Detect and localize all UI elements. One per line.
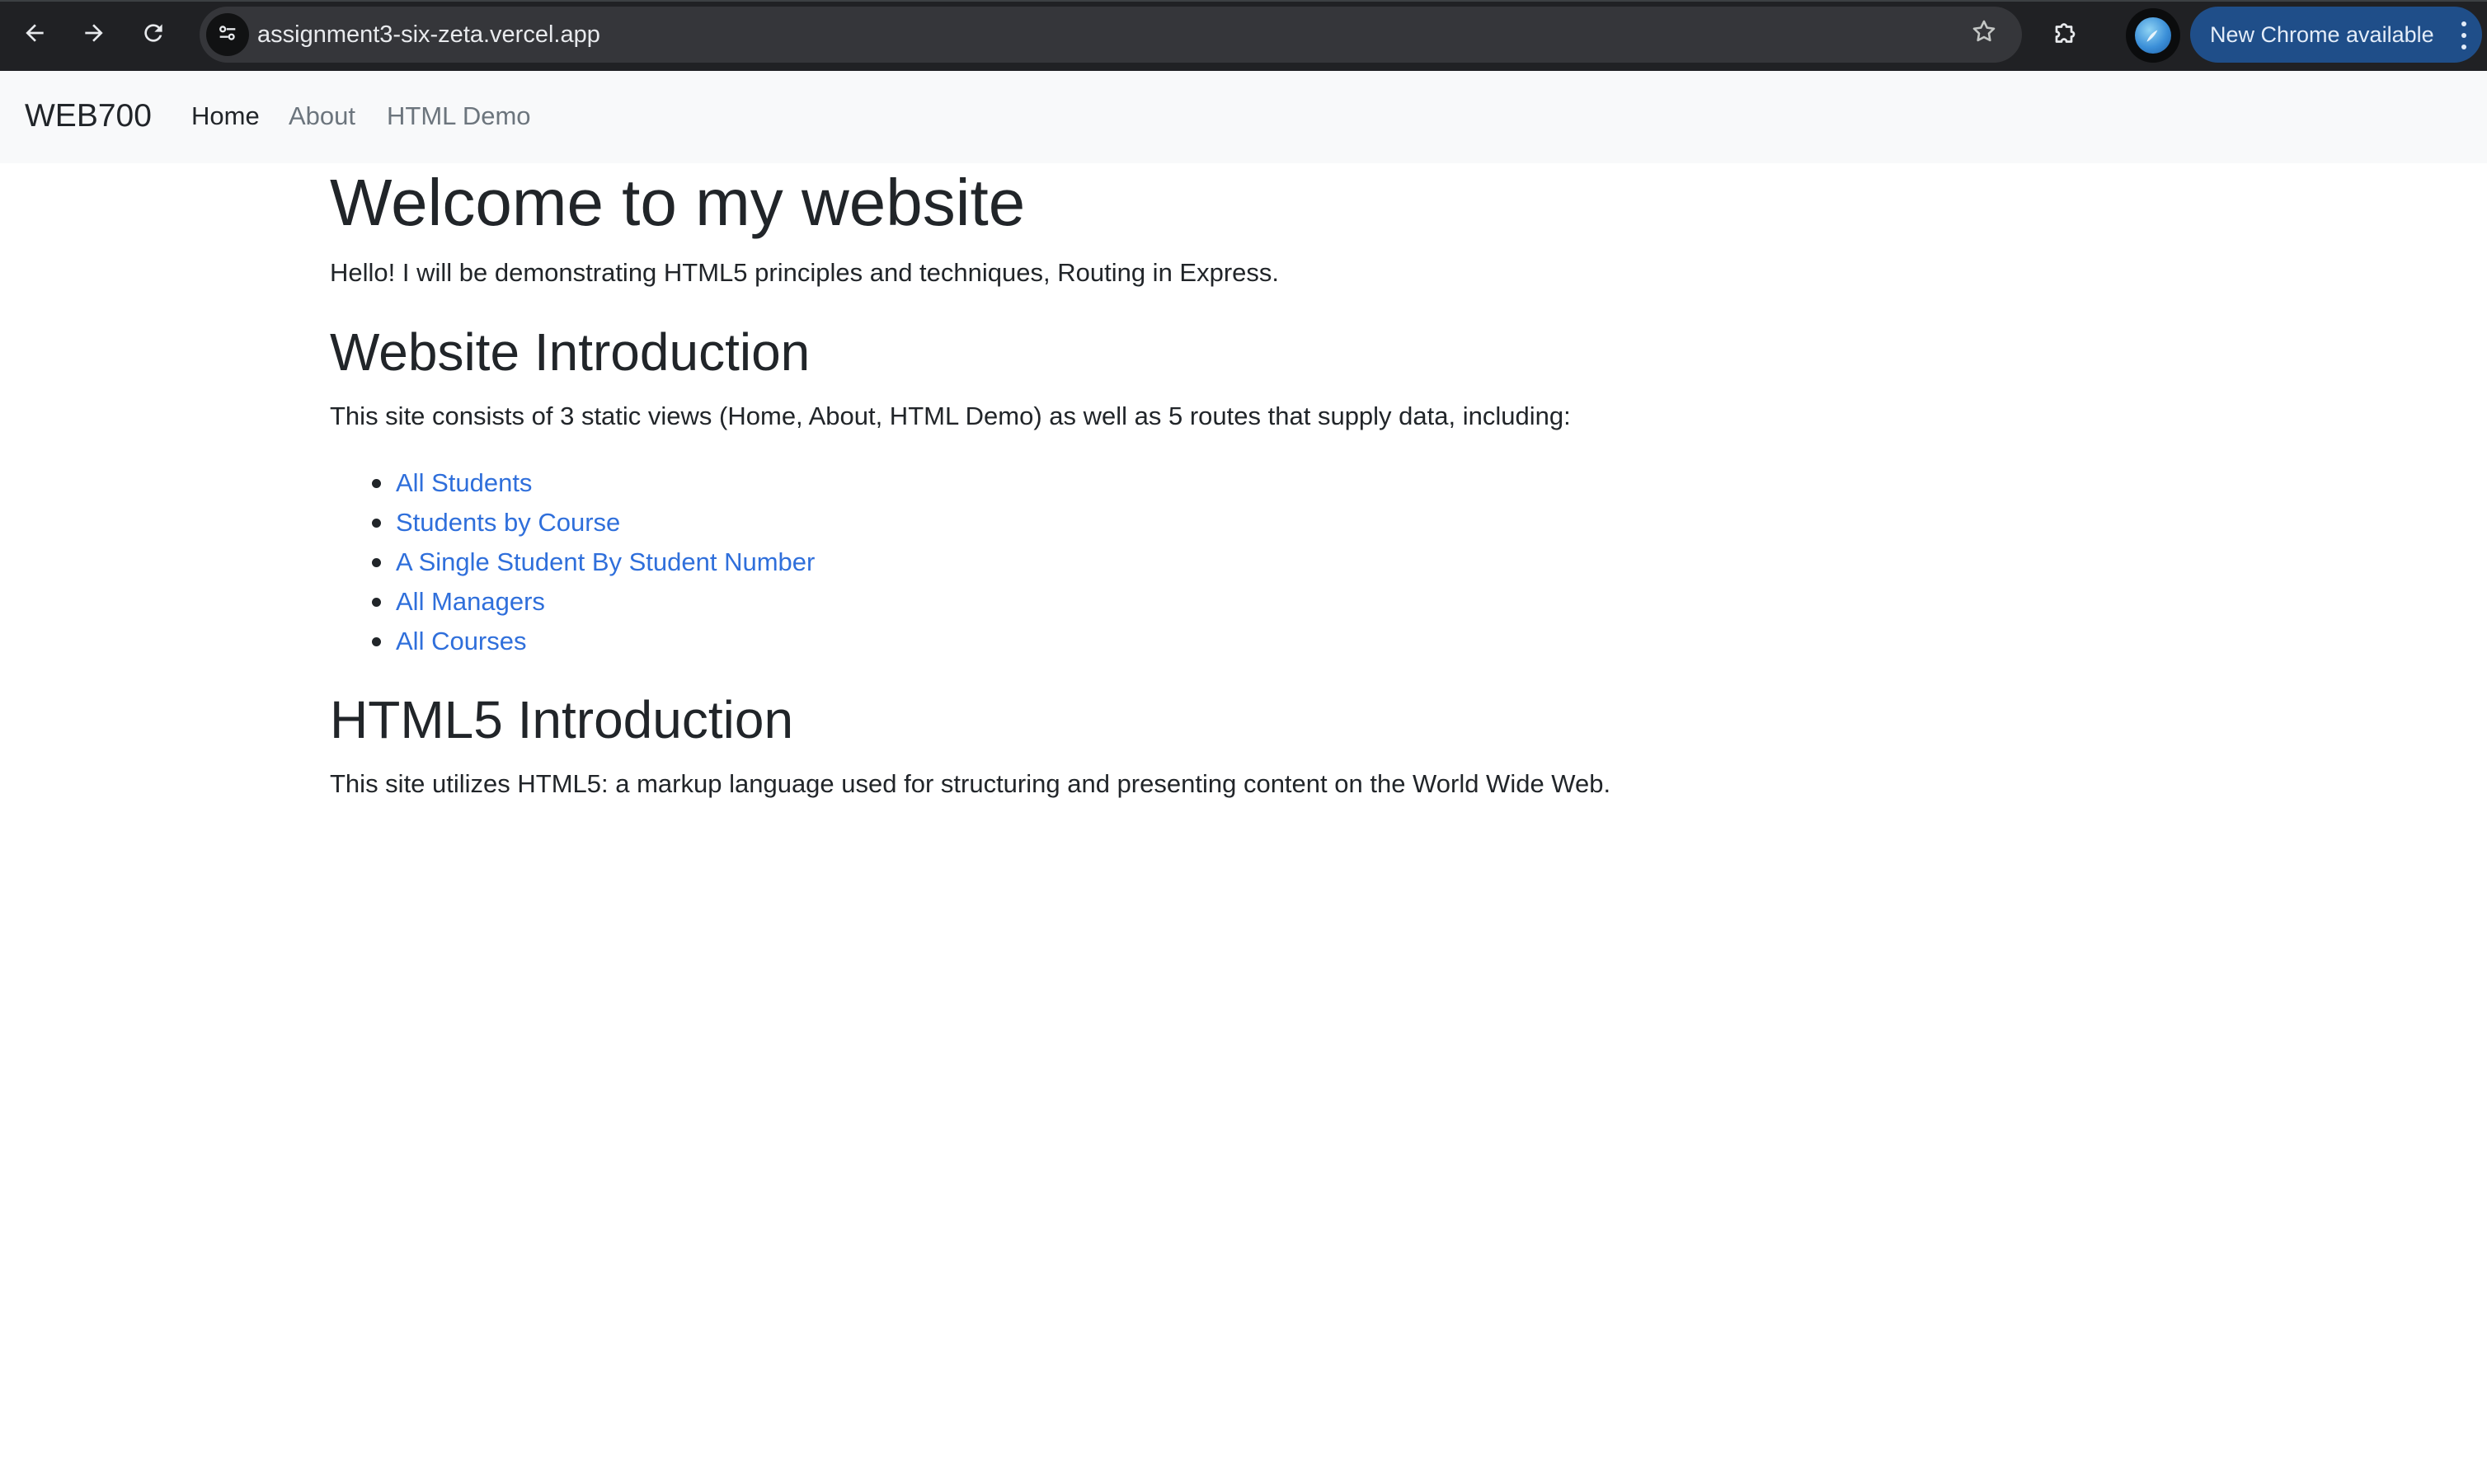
list-item: All Students [330, 463, 815, 503]
website-intro-text: This site consists of 3 static views (Ho… [330, 402, 1571, 430]
bookmark-button[interactable] [1964, 15, 2004, 54]
forward-arrow-icon [81, 20, 107, 54]
routes-list: All Students Students by Course A Single… [330, 463, 815, 661]
avatar [2135, 17, 2171, 54]
list-item: Students by Course [330, 503, 815, 542]
update-label: New Chrome available [2210, 21, 2434, 47]
nav-link-html-demo[interactable]: HTML Demo [387, 101, 531, 132]
route-link-all-students[interactable]: All Students [396, 468, 532, 497]
list-item: All Courses [330, 622, 815, 661]
extensions-button[interactable] [2043, 12, 2090, 58]
puzzle-icon [2052, 18, 2081, 52]
route-link-students-by-course[interactable]: Students by Course [396, 508, 620, 537]
site-navbar: WEB700 Home About HTML Demo [0, 71, 2487, 163]
address-bar[interactable]: assignment3-six-zeta.vercel.app [200, 7, 2022, 63]
tune-icon [216, 21, 239, 49]
website-intro-heading: Website Introduction [330, 322, 811, 382]
list-item: All Managers [330, 582, 815, 622]
forward-button[interactable] [71, 13, 117, 59]
bullet-icon [372, 519, 381, 528]
bullet-icon [372, 598, 381, 607]
reload-icon [140, 20, 167, 54]
browser-toolbar: assignment3-six-zeta.vercel.app New Chro… [0, 0, 2487, 71]
star-icon [1970, 17, 1998, 53]
nav-link-home[interactable]: Home [191, 101, 260, 132]
list-item: A Single Student By Student Number [330, 542, 815, 582]
chrome-update-button[interactable]: New Chrome available [2190, 7, 2482, 63]
back-button[interactable] [12, 13, 58, 59]
page-title: Welcome to my website [330, 166, 1026, 239]
bullet-icon [372, 479, 381, 488]
site-info-button[interactable] [206, 13, 249, 56]
bullet-icon [372, 637, 381, 646]
route-link-single-student[interactable]: A Single Student By Student Number [396, 547, 815, 576]
kebab-menu-icon[interactable] [2459, 21, 2469, 49]
reload-button[interactable] [130, 13, 176, 59]
intro-text: Hello! I will be demonstrating HTML5 pri… [330, 258, 1280, 287]
html5-intro-heading: HTML5 Introduction [330, 690, 794, 749]
back-arrow-icon [21, 20, 48, 54]
html5-intro-text: This site utilizes HTML5: a markup langu… [330, 769, 1611, 798]
url-text[interactable]: assignment3-six-zeta.vercel.app [257, 21, 600, 49]
navbar-brand[interactable]: WEB700 [25, 97, 152, 135]
route-link-all-courses[interactable]: All Courses [396, 627, 527, 655]
profile-button[interactable] [2126, 8, 2180, 63]
bullet-icon [372, 558, 381, 567]
nav-link-about[interactable]: About [289, 101, 355, 132]
route-link-all-managers[interactable]: All Managers [396, 587, 545, 616]
